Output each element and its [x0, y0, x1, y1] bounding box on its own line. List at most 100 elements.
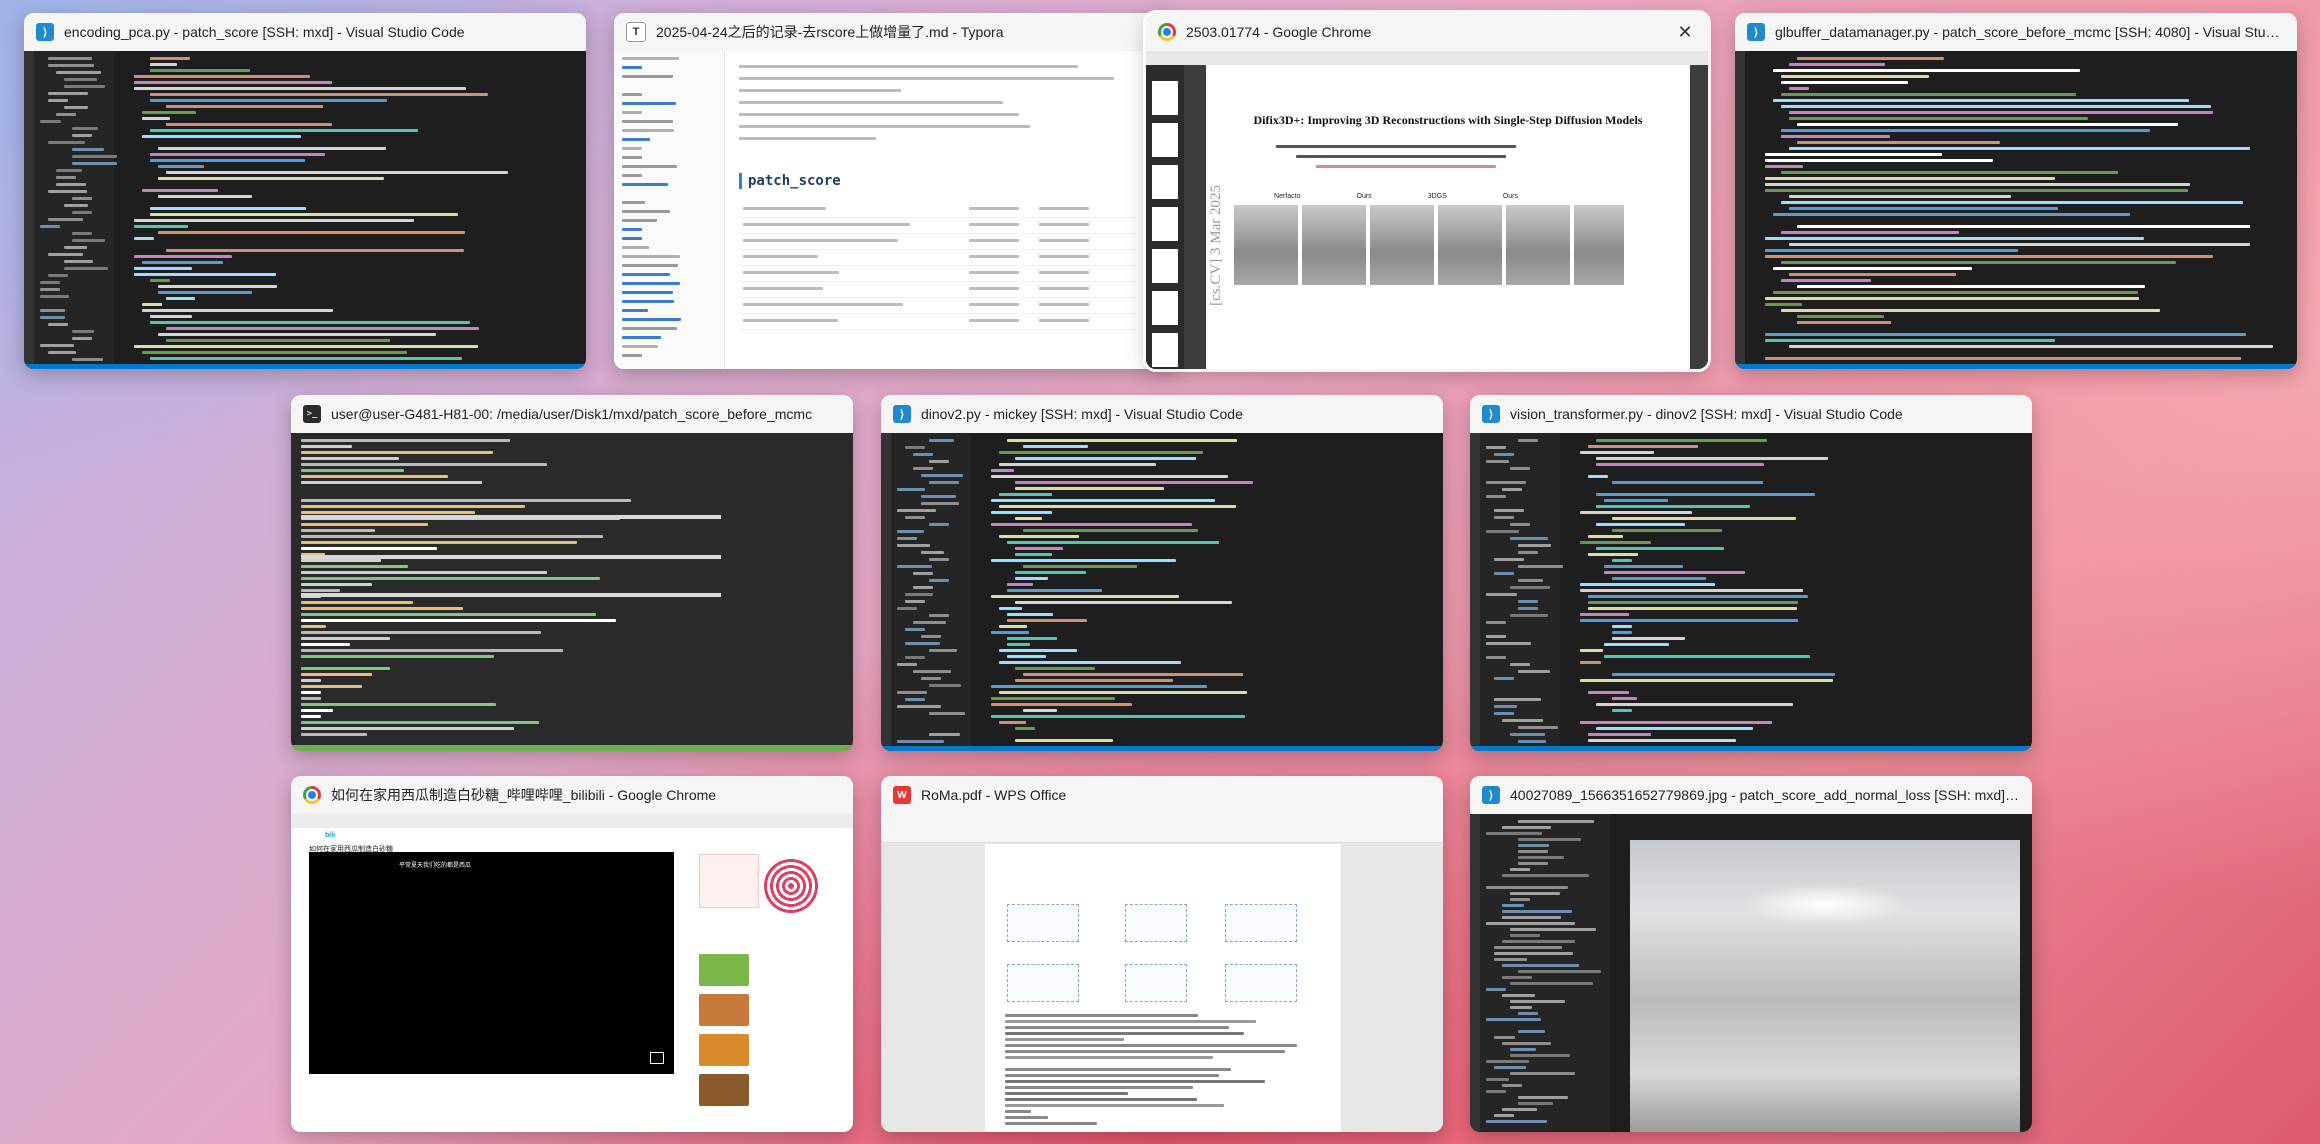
- text-line: [301, 481, 482, 484]
- window-thumbnail-typora[interactable]: T 2025-04-24之后的记录-去rscore上做增量了.md - Typo…: [614, 13, 1176, 369]
- text-line: [1510, 663, 1530, 666]
- text-line: [1765, 153, 1942, 156]
- text-line: [1486, 495, 1506, 498]
- text-line: [1612, 625, 1632, 628]
- text-line: [921, 495, 956, 498]
- text-line: [929, 579, 949, 582]
- text-line: [301, 499, 631, 502]
- pip-icon[interactable]: [650, 1052, 664, 1064]
- text-line: [991, 685, 1207, 688]
- text-line: [1296, 155, 1506, 158]
- text-line: [1007, 613, 1053, 616]
- text-line: [1518, 565, 1563, 568]
- text-line: [64, 267, 108, 270]
- text-line: [301, 631, 541, 634]
- text-line: [1005, 1122, 1097, 1125]
- related-video-thumbnail[interactable]: [699, 1074, 749, 1106]
- window-thumbnail-jpg-preview[interactable]: ⟩ 40027089_1566351652779869.jpg - patch_…: [1470, 776, 2032, 1132]
- ad-banner[interactable]: [699, 854, 759, 908]
- activity-bar: [1735, 51, 1745, 369]
- text-line: [48, 351, 76, 354]
- status-bar: [24, 364, 586, 369]
- text-line: [56, 183, 86, 186]
- text-line: [1596, 727, 1753, 730]
- text-line: [1797, 321, 1891, 324]
- window-header: ⟩ 40027089_1566351652779869.jpg - patch_…: [1470, 776, 2032, 814]
- text-line: [301, 523, 428, 526]
- text-line: [1765, 303, 1802, 306]
- text-line: [1494, 516, 1514, 519]
- text-line: [1486, 1078, 1509, 1081]
- window-thumbnail-chrome-arxiv[interactable]: 2503.01774 - Google Chrome ✕ [cs.CV] 3 M…: [1143, 10, 1711, 372]
- window-thumbnail-glbuffer[interactable]: ⟩ glbuffer_datamanager.py - patch_score_…: [1735, 13, 2297, 369]
- text-line: [1580, 613, 1629, 616]
- text-line: [1510, 1048, 1536, 1051]
- text-line: [1015, 739, 1113, 742]
- text-line: [1765, 255, 2213, 258]
- text-line: [1604, 643, 1669, 646]
- text-line: [1588, 553, 1638, 556]
- text-line: [991, 469, 1014, 472]
- text-line: [1005, 1098, 1197, 1101]
- text-line: [1510, 1054, 1570, 1057]
- text-line: [999, 661, 1181, 664]
- text-line: [1773, 213, 2130, 216]
- text-line: [1039, 223, 1089, 226]
- status-bar: [881, 746, 1443, 751]
- window-thumbnail-bilibili[interactable]: 如何在家用西瓜制造白砂糖_哔哩哔哩_bilibili - Google Chro…: [291, 776, 853, 1132]
- window-thumbnail-vision-transformer[interactable]: ⟩ vision_transformer.py - dinov2 [SSH: m…: [1470, 395, 2032, 751]
- text-line: [301, 667, 390, 670]
- wps-toolbar: [881, 814, 1443, 843]
- text-line: [999, 493, 1052, 496]
- pdf-page: [985, 844, 1341, 1132]
- video-player[interactable]: 平常夏天我们吃的都是西瓜: [309, 852, 674, 1074]
- window-header: ⟩ dinov2.py - mickey [SSH: mxd] - Visual…: [881, 395, 1443, 433]
- related-video-thumbnail[interactable]: [699, 1034, 749, 1066]
- window-header: 2503.01774 - Google Chrome ✕: [1146, 13, 1708, 51]
- related-video-thumbnail[interactable]: [699, 994, 749, 1026]
- text-line: [142, 309, 333, 312]
- code-editor: [971, 433, 1443, 751]
- text-line: [1596, 547, 1724, 550]
- text-line: [1765, 189, 2188, 192]
- terminal-progress-line: [291, 745, 853, 751]
- text-line: [301, 733, 367, 736]
- text-line: [921, 502, 959, 505]
- text-line: [999, 691, 1247, 694]
- figure-label: 3DGS: [1427, 193, 1447, 200]
- text-line: [905, 446, 925, 449]
- text-line: [142, 303, 162, 306]
- text-line: [1588, 691, 1629, 694]
- window-preview: [1735, 51, 2297, 369]
- text-line: [301, 547, 437, 550]
- text-line: [150, 93, 488, 96]
- text-line: [1518, 1030, 1545, 1033]
- text-line: [929, 649, 957, 652]
- text-line: [301, 577, 600, 580]
- related-video-thumbnail[interactable]: [699, 954, 749, 986]
- progress-bar: [301, 515, 721, 519]
- text-line: [1781, 231, 1959, 234]
- text-line: [72, 162, 117, 165]
- text-line: [40, 295, 69, 298]
- text-line: [991, 511, 1052, 514]
- code-editor: [114, 51, 586, 369]
- close-window-button[interactable]: ✕: [1674, 21, 1696, 43]
- text-line: [150, 57, 190, 60]
- text-line: [913, 586, 933, 589]
- text-line: [1612, 577, 1706, 580]
- text-line: [134, 267, 192, 270]
- window-thumbnail-terminal[interactable]: >_ user@user-G481-H81-00: /media/user/Di…: [291, 395, 853, 751]
- window-thumbnail-encoding-pca[interactable]: ⟩ encoding_pca.py - patch_score [SSH: mx…: [24, 13, 586, 369]
- text-line: [897, 509, 936, 512]
- text-line: [1765, 333, 2246, 336]
- text-line: [40, 344, 74, 347]
- text-line: [1588, 607, 1797, 610]
- text-line: [1604, 655, 1810, 658]
- text-line: [1005, 1056, 1213, 1059]
- status-bar: [1470, 746, 2032, 751]
- window-thumbnail-dinov2[interactable]: ⟩ dinov2.py - mickey [SSH: mxd] - Visual…: [881, 395, 1443, 751]
- window-thumbnail-wps[interactable]: W RoMa.pdf - WPS Office: [881, 776, 1443, 1132]
- text-line: [1039, 255, 1089, 258]
- text-line: [301, 691, 321, 694]
